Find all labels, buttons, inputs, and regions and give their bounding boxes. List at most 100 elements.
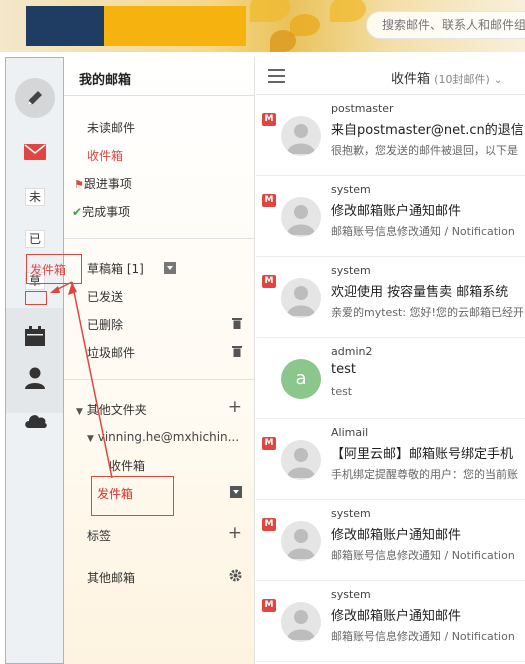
mail-subject: 修改邮箱账户通知邮件 xyxy=(331,204,462,219)
mail-type-badge-icon: M xyxy=(262,437,276,450)
default-avatar-icon xyxy=(287,448,315,478)
leaf-decoration xyxy=(250,0,290,22)
mail-sender: Alimail xyxy=(331,426,369,439)
mail-preview: 邮箱账号信息修改通知 / Notification xyxy=(331,630,515,643)
mailbox-name: 收件箱 xyxy=(391,72,431,87)
mail-type-badge-icon: M xyxy=(262,275,276,288)
account-toggle[interactable]: ▼ vinning.he@mxhichin... xyxy=(87,430,239,444)
annotation-box xyxy=(25,291,47,305)
default-avatar-icon xyxy=(287,529,315,559)
mail-row[interactable]: Mpostmaster 来自postmaster@net.cn的退信 很抱歉，您发送… xyxy=(256,95,525,176)
add-tag-icon[interactable]: + xyxy=(228,523,242,543)
caret-down-icon: ▼ xyxy=(87,434,94,444)
chevron-down-icon: ⌄ xyxy=(493,75,503,86)
account-label: vinning.he@mxhichin... xyxy=(97,430,240,444)
default-avatar-icon xyxy=(287,610,315,640)
folder-followup-label: 跟进事项 xyxy=(83,177,132,191)
menu-icon[interactable] xyxy=(268,69,285,83)
other-mailboxes[interactable]: 其他邮箱 xyxy=(87,569,135,586)
mail-preview: 亲爱的mytest: 您好!您的云邮箱已经开 xyxy=(331,306,524,319)
mail-row[interactable]: Msystem 修改邮箱账户通知邮件 邮箱账号信息修改通知 / Notificati… xyxy=(256,581,525,662)
folder-drafts-label: 草稿箱 [1] xyxy=(87,262,144,276)
mail-sender: system xyxy=(331,588,371,601)
other-folders-toggle[interactable]: ▼ 其他文件夹 xyxy=(76,401,147,418)
avatar xyxy=(281,278,321,318)
mail-type-badge-icon: M xyxy=(262,113,276,126)
check-icon: ✔ xyxy=(72,205,83,219)
unread-shortcut[interactable]: 未 xyxy=(25,188,45,206)
mail-subject: 欢迎使用 按容量售卖 邮箱系统 xyxy=(331,285,509,300)
trash-icon[interactable] xyxy=(232,317,242,329)
caret-down-icon: ▼ xyxy=(76,407,83,417)
folder-panel: 我的邮箱 未读邮件 收件箱 ⚑跟进事项 ✔完成事项 草稿箱 [1] 已发送 已删… xyxy=(64,57,255,664)
mail-row[interactable]: a admin2 test test xyxy=(256,338,525,419)
mail-icon[interactable] xyxy=(24,144,46,160)
trash-icon[interactable] xyxy=(232,345,242,357)
add-folder-icon[interactable]: + xyxy=(228,397,242,417)
logo xyxy=(26,6,246,46)
pencil-icon xyxy=(28,91,42,105)
gear-icon[interactable] xyxy=(229,569,242,582)
subfolder-inbox[interactable]: 收件箱 xyxy=(109,457,145,474)
folder-unread[interactable]: 未读邮件 xyxy=(87,119,135,136)
mail-row[interactable]: Msystem 修改邮箱账户通知邮件 邮箱账号信息修改通知 / Notificati… xyxy=(256,500,525,581)
tags-folder[interactable]: 标签 xyxy=(87,527,111,544)
mail-sender: system xyxy=(331,264,371,277)
avatar xyxy=(281,521,321,561)
default-avatar-icon xyxy=(287,124,315,154)
dropdown-icon[interactable] xyxy=(164,262,176,274)
divider xyxy=(64,379,254,380)
mail-preview: 邮箱账号信息修改通知 / Notification xyxy=(331,549,515,562)
leaf-decoration xyxy=(270,30,296,52)
leaf-decoration xyxy=(330,0,366,22)
folder-inbox[interactable]: 收件箱 xyxy=(87,147,123,164)
mail-row[interactable]: M Alimail 【阿里云邮】邮箱账号绑定手机 手机绑定提醒尊敬的用户：您的当前账 xyxy=(256,419,525,500)
mail-count: (10封邮件) xyxy=(434,73,490,86)
leaf-decoration xyxy=(290,14,320,36)
contacts-icon[interactable] xyxy=(24,367,46,389)
done-shortcut[interactable]: 已 xyxy=(25,230,45,248)
list-header: 收件箱 (10封邮件) ⌄ xyxy=(256,57,525,95)
strip-lower-section xyxy=(6,308,63,413)
calendar-icon[interactable] xyxy=(24,326,46,346)
mail-subject: 修改邮箱账户通知邮件 xyxy=(331,609,462,624)
search-input[interactable] xyxy=(367,12,525,38)
folder-followup[interactable]: ⚑跟进事项 xyxy=(74,175,132,192)
folder-deleted[interactable]: 已删除 xyxy=(87,316,123,333)
folder-drafts[interactable]: 草稿箱 [1] xyxy=(87,260,176,277)
default-avatar-icon xyxy=(287,286,315,316)
search-box[interactable] xyxy=(366,11,525,39)
avatar xyxy=(281,116,321,156)
mailbox-title: 我的邮箱 xyxy=(79,73,132,88)
top-banner xyxy=(0,0,525,52)
mail-sender: admin2 xyxy=(331,345,373,358)
other-folders-label: 其他文件夹 xyxy=(86,403,147,417)
flag-icon: ⚑ xyxy=(74,178,84,191)
annotation-label: 发件箱 xyxy=(30,263,67,277)
divider xyxy=(64,238,254,239)
dropdown-icon[interactable] xyxy=(230,486,242,498)
mail-subject: 来自postmaster@net.cn的退信 xyxy=(331,123,524,138)
annotation-label: 发件箱 xyxy=(97,487,134,501)
mail-row[interactable]: Msystem 修改邮箱账户通知邮件 邮箱账号信息修改通知 / Notificati… xyxy=(256,176,525,257)
mail-row[interactable]: Msystem 欢迎使用 按容量售卖 邮箱系统亲爱的mytest: 您好!您的云邮… xyxy=(256,257,525,338)
cloud-icon[interactable] xyxy=(24,411,48,429)
mail-sender: postmaster xyxy=(331,102,394,115)
mail-type-badge-icon: M xyxy=(262,518,276,531)
mail-type-badge-icon: M xyxy=(262,194,276,207)
mail-subject: 【阿里云邮】邮箱账号绑定手机 xyxy=(331,447,514,462)
left-nav-strip: 未 已 草 xyxy=(5,57,64,664)
avatar xyxy=(281,602,321,642)
default-avatar-icon xyxy=(287,205,315,235)
mail-preview: test xyxy=(331,385,353,398)
folder-sent[interactable]: 已发送 xyxy=(87,288,123,305)
folder-done[interactable]: ✔完成事项 xyxy=(72,203,130,220)
mailbox-selector[interactable]: 收件箱 (10封邮件) ⌄ xyxy=(391,68,502,87)
avatar: a xyxy=(281,359,321,399)
mail-preview: 很抱歉，您发送的邮件被退回，以下是 xyxy=(331,144,518,157)
mail-subject: test xyxy=(331,362,356,377)
folder-junk[interactable]: 垃圾邮件 xyxy=(87,344,135,361)
mail-subject: 修改邮箱账户通知邮件 xyxy=(331,528,462,543)
compose-button[interactable] xyxy=(15,78,55,118)
folder-done-label: 完成事项 xyxy=(82,205,131,219)
